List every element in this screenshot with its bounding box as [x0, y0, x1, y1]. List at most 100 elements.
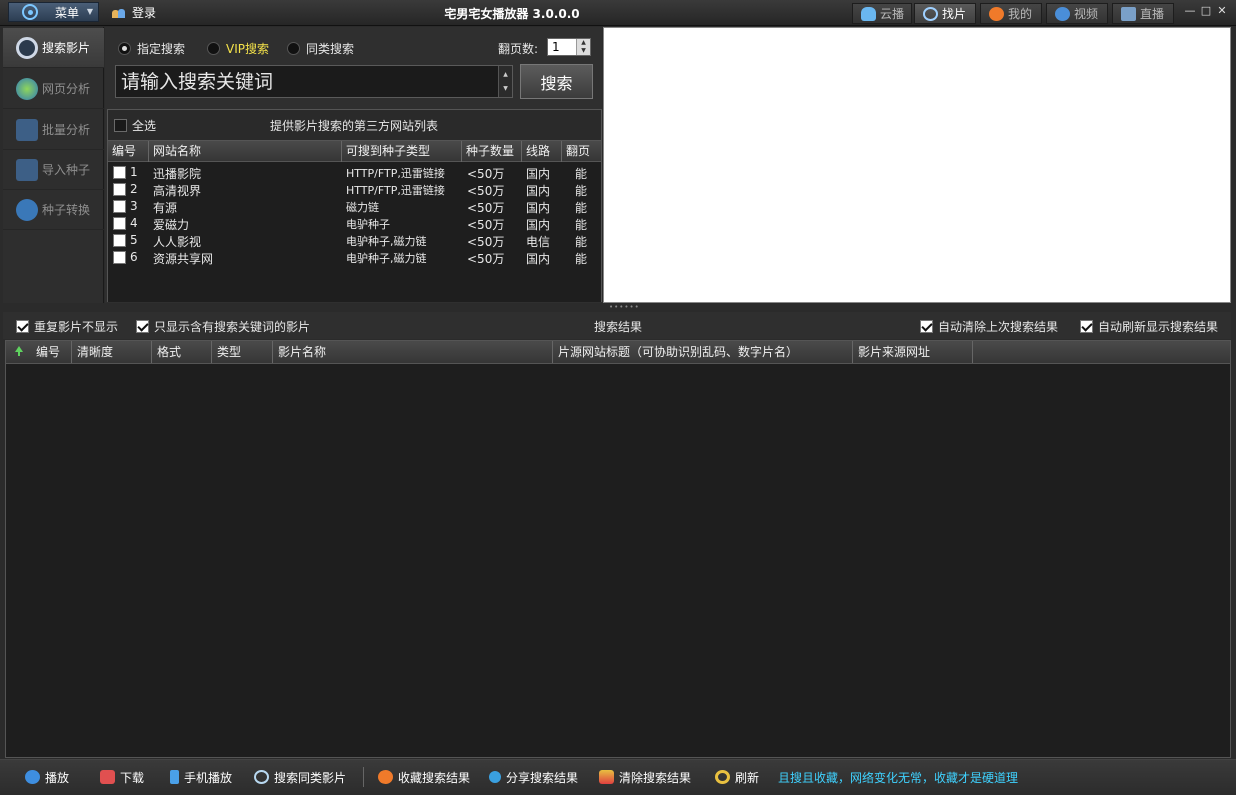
dropdown-arrows-icon[interactable]: ▲ ▼ [498, 66, 512, 97]
close-icon[interactable]: ✕ [1216, 4, 1228, 18]
results-table-body[interactable] [5, 364, 1231, 758]
only-keyword-checkbox[interactable]: 只显示含有搜索关键词的影片 [136, 318, 310, 335]
clear-results-button[interactable]: 清除搜索结果 [599, 766, 691, 788]
tab-mine[interactable]: 我的 [980, 3, 1042, 24]
auto-refresh-checkbox[interactable]: 自动刷新显示搜索结果 [1080, 318, 1218, 335]
nav-search-film[interactable]: 搜索影片 [3, 28, 104, 68]
nav-label: 种子转换 [42, 203, 91, 217]
col-film-name[interactable]: 影片名称 [273, 341, 553, 363]
auto-clear-checkbox[interactable]: 自动清除上次搜索结果 [920, 318, 1058, 335]
play-button[interactable]: 播放 [25, 766, 69, 788]
search-similar-button[interactable]: 搜索同类影片 [254, 766, 346, 788]
checkbox[interactable] [114, 119, 127, 132]
cell-line: 国内 [526, 184, 551, 198]
mobile-play-button[interactable]: 手机播放 [170, 766, 232, 788]
search-similar-icon [254, 770, 269, 784]
heart-icon [378, 770, 393, 784]
col-seed-type[interactable]: 可搜到种子类型 [342, 141, 462, 162]
collect-results-button[interactable]: 收藏搜索结果 [378, 766, 470, 788]
nav-import-seed[interactable]: 导入种子 [3, 150, 104, 190]
search-button[interactable]: 搜索 [520, 64, 593, 99]
cell-count: <50万 [467, 252, 505, 266]
button-label: 收藏搜索结果 [398, 770, 471, 785]
hide-duplicates-checkbox[interactable]: 重复影片不显示 [16, 318, 118, 335]
tv-icon [1121, 6, 1136, 21]
nav-label: 导入种子 [42, 163, 91, 177]
col-site-name[interactable]: 网站名称 [149, 141, 342, 162]
option-label: 自动清除上次搜索结果 [938, 320, 1059, 334]
search-panel: 指定搜索 VIP搜索 同类搜索 翻页数: 1 ▲▼ ▲▼ 搜索 全选 提供影片搜… [105, 27, 602, 303]
table-row[interactable]: 5 人人影视 电驴种子,磁力链 <50万 电信 能 [108, 232, 601, 249]
cell-type: 电驴种子,磁力链 [346, 252, 427, 265]
radio-specified-search[interactable]: 指定搜索 [118, 40, 185, 57]
cell-count: <50万 [467, 184, 505, 198]
col-source-title[interactable]: 片源网站标题（可协助识别乱码、数字片名） [553, 341, 853, 363]
col-num[interactable]: 编号 [108, 141, 149, 162]
keyword-combobox[interactable]: ▲▼ [115, 65, 513, 98]
row-checkbox[interactable] [113, 200, 126, 213]
select-all-checkbox[interactable]: 全选 [114, 117, 156, 134]
option-label: 重复影片不显示 [34, 320, 119, 334]
table-row[interactable]: 3 有源 磁力链 <50万 国内 能 [108, 198, 601, 215]
keyword-input[interactable] [116, 66, 496, 97]
table-row[interactable]: 1 迅播影院 HTTP/FTP,迅雷链接 <50万 国内 能 [108, 164, 601, 181]
checkbox[interactable] [16, 320, 29, 333]
cell-count: <50万 [467, 201, 505, 215]
share-results-button[interactable]: 分享搜索结果 [489, 766, 578, 788]
radio-dot [207, 42, 220, 55]
col-resolution[interactable]: 清晰度 [72, 341, 152, 363]
row-checkbox[interactable] [113, 251, 126, 264]
row-checkbox[interactable] [113, 234, 126, 247]
cell-count: <50万 [467, 235, 505, 249]
button-label: 清除搜索结果 [619, 770, 692, 785]
col-format[interactable]: 格式 [152, 341, 212, 363]
maximize-icon[interactable]: □ [1200, 4, 1212, 18]
spin-arrows-icon[interactable]: ▲ ▼ [576, 39, 590, 55]
radio-similar-search[interactable]: 同类搜索 [287, 40, 354, 57]
globe-icon [16, 77, 38, 100]
tab-label: 云播 [880, 7, 905, 21]
nav-batch-analysis[interactable]: 批量分析 [3, 110, 104, 150]
col-result-num[interactable]: 编号 [6, 341, 72, 363]
cell-paging: 能 [575, 201, 588, 215]
table-row[interactable]: 6 资源共享网 电驴种子,磁力链 <50万 国内 能 [108, 249, 601, 266]
row-checkbox[interactable] [113, 183, 126, 196]
tab-live[interactable]: 直播 [1112, 3, 1174, 24]
checkbox[interactable] [920, 320, 933, 333]
nav-seed-convert[interactable]: 种子转换 [3, 190, 104, 230]
col-paging[interactable]: 翻页 [562, 141, 601, 162]
cell-paging: 能 [575, 184, 588, 198]
splitter-handle[interactable]: •••••• [0, 303, 1236, 311]
row-checkbox[interactable] [113, 166, 126, 179]
tab-video[interactable]: 视频 [1046, 3, 1108, 24]
col-seed-count[interactable]: 种子数量 [462, 141, 522, 162]
tab-find[interactable]: 找片 [914, 3, 976, 24]
checkbox[interactable] [1080, 320, 1093, 333]
cell-paging: 能 [575, 167, 588, 181]
nav-web-analysis[interactable]: 网页分析 [3, 69, 104, 109]
cell-type: HTTP/FTP,迅雷链接 [346, 184, 445, 197]
cell-type: 电驴种子,磁力链 [346, 235, 427, 248]
pages-stepper[interactable]: 1 ▲ ▼ [547, 38, 591, 56]
tab-label: 找片 [942, 7, 967, 21]
download-button[interactable]: 下载 [100, 766, 144, 788]
cell-paging: 能 [575, 252, 588, 266]
table-row[interactable]: 4 爱磁力 电驴种子 <50万 国内 能 [108, 215, 601, 232]
table-row[interactable]: 2 高清视界 HTTP/FTP,迅雷链接 <50万 国内 能 [108, 181, 601, 198]
option-label: 自动刷新显示搜索结果 [1098, 320, 1219, 334]
clear-icon [599, 770, 614, 784]
col-type[interactable]: 类型 [212, 341, 273, 363]
row-checkbox[interactable] [113, 217, 126, 230]
tab-cloud[interactable]: 云播 [852, 3, 912, 24]
site-table-header: 编号 网站名称 可搜到种子类型 种子数量 线路 翻页 [108, 140, 601, 162]
cell-count: <50万 [467, 167, 505, 181]
refresh-button[interactable]: 刷新 [715, 766, 759, 788]
magnifier-icon [923, 6, 938, 21]
button-label: 手机播放 [184, 770, 233, 785]
col-source-url[interactable]: 影片来源网址 [853, 341, 973, 363]
col-line[interactable]: 线路 [522, 141, 562, 162]
radio-vip-search[interactable]: VIP搜索 [207, 40, 269, 57]
minimize-icon[interactable]: — [1184, 4, 1196, 18]
radio-dot [287, 42, 300, 55]
checkbox[interactable] [136, 320, 149, 333]
